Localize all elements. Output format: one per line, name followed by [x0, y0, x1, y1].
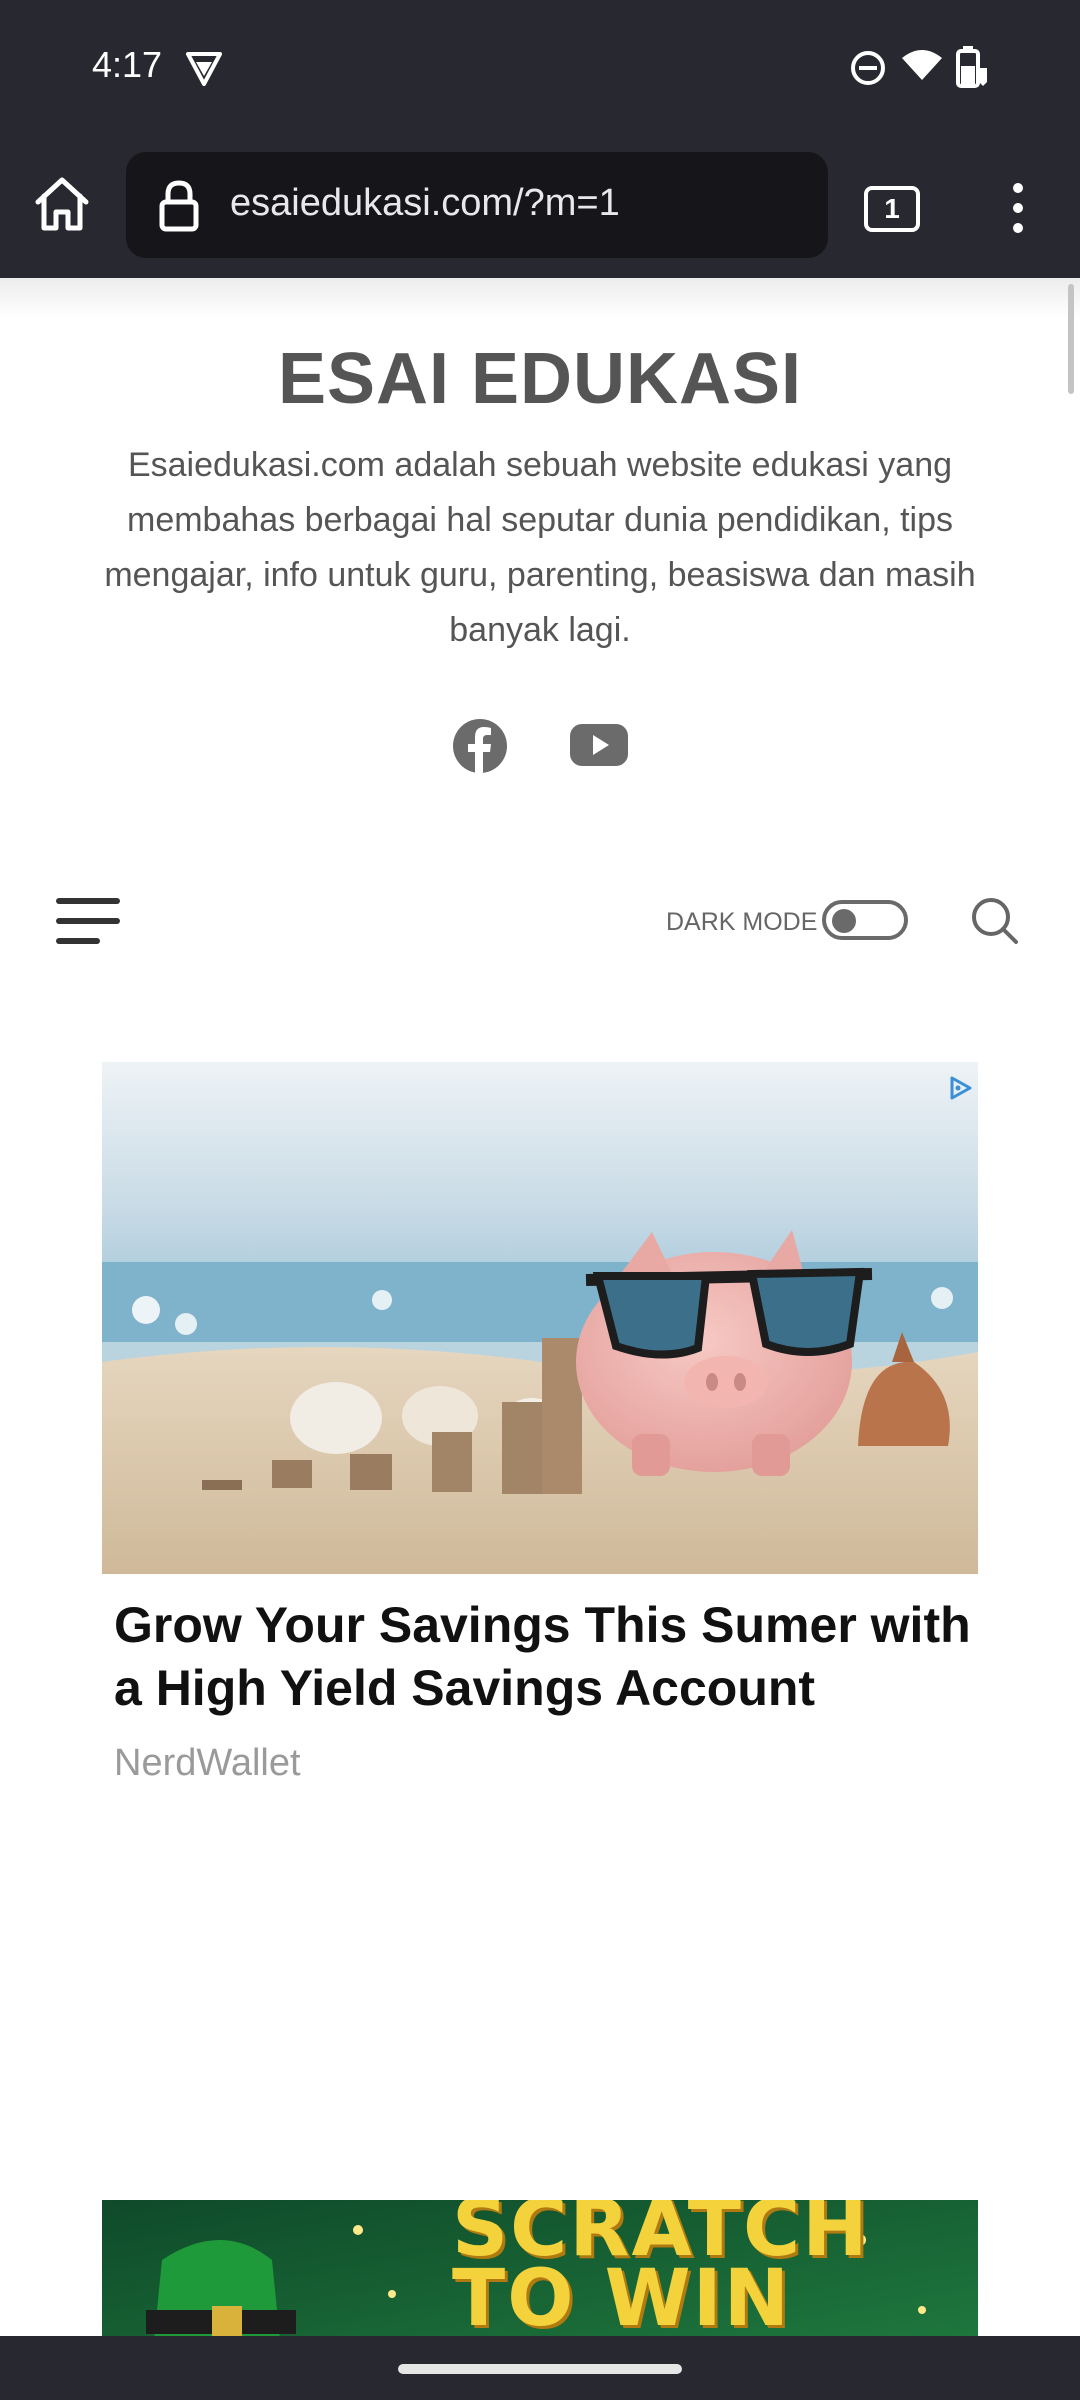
toggle-knob — [832, 909, 856, 933]
wifi-icon — [902, 48, 942, 87]
tabs-count-button[interactable]: 1 — [864, 186, 920, 232]
navigation-bar — [0, 2336, 1080, 2400]
ad-image[interactable] — [102, 1062, 978, 1574]
youtube-icon[interactable] — [570, 722, 628, 773]
home-icon[interactable] — [32, 174, 92, 239]
url-text[interactable]: esaiedukasi.com/?m=1 — [230, 182, 620, 225]
status-time: 4:17 — [92, 44, 163, 85]
site-description: Esaiedukasi.com adalah sebuah website ed… — [104, 446, 976, 649]
search-icon[interactable] — [970, 896, 1020, 951]
facebook-icon[interactable] — [452, 718, 508, 779]
hamburger-menu-icon[interactable] — [56, 896, 122, 953]
vpn-shield-icon — [184, 50, 224, 93]
site-title[interactable]: ESAI EDUKASI — [0, 338, 1080, 420]
ad-headline[interactable]: Grow Your Savings This Sumer with a High… — [114, 1594, 974, 1720]
home-gesture-handle[interactable] — [398, 2364, 682, 2374]
battery-icon — [955, 46, 991, 93]
ad2-line2: TO WIN — [452, 2254, 792, 2336]
overflow-menu-icon[interactable] — [1010, 182, 1026, 239]
do-not-disturb-icon — [850, 50, 886, 91]
adchoices-icon[interactable] — [948, 1076, 972, 1105]
ad-source[interactable]: NerdWallet — [114, 1742, 301, 1785]
url-bar[interactable]: esaiedukasi.com/?m=1 — [126, 152, 828, 258]
lock-icon[interactable] — [158, 180, 200, 237]
browser-toolbar: esaiedukasi.com/?m=1 1 — [0, 140, 1080, 278]
dark-mode-label: DARK MODE — [666, 908, 818, 936]
web-page: ESAI EDUKASI Esaiedukasi.com adalah sebu… — [0, 278, 1080, 2336]
header-shadow — [0, 278, 1080, 318]
ad2-text: SCRATCH TO WIN — [452, 2200, 870, 2336]
dark-mode-toggle[interactable] — [822, 900, 908, 940]
status-bar: 4:17 — [0, 0, 1080, 140]
ad-banner-scratch[interactable]: SCRATCH TO WIN — [102, 2200, 978, 2336]
